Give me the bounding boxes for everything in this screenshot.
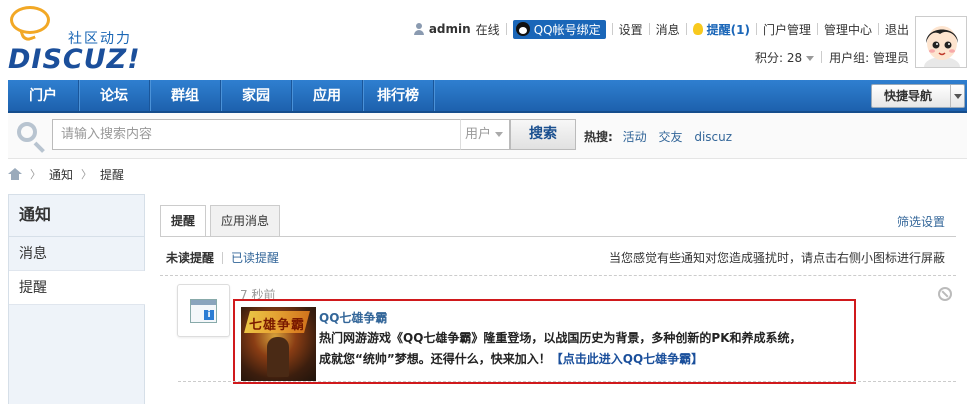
quick-nav-label: 快捷导航	[884, 89, 933, 103]
game-image[interactable]: 七雄争霸	[241, 307, 316, 381]
game-title-link[interactable]: QQ七雄争霸	[319, 309, 387, 326]
game-desc-line1: 热门网游游戏《QQ七雄争霸》隆重登场，以战国历史为背景，多种创新的PK和养成系统…	[319, 331, 802, 345]
divider	[821, 51, 823, 63]
home-icon[interactable]	[8, 168, 22, 180]
nav-item-portal[interactable]: 门户	[8, 80, 79, 111]
search-icon	[17, 122, 37, 142]
messages-link[interactable]: 消息	[656, 21, 680, 38]
breadcrumb: 〉 通知 〉 提醒	[8, 166, 124, 182]
game-image-figure	[267, 337, 289, 377]
nav-item-forum[interactable]: 论坛	[79, 80, 150, 111]
user-icon	[413, 23, 425, 35]
portal-manage-link[interactable]: 门户管理	[763, 21, 811, 38]
tab-app-messages[interactable]: 应用消息	[210, 205, 281, 237]
divider	[648, 23, 650, 35]
chevron-down-icon	[495, 132, 504, 137]
qq-bind-label: QQ帐号绑定	[533, 22, 601, 37]
user-info-bar: 积分: 28 用户组: 管理员	[755, 48, 909, 66]
breadcrumb-notice[interactable]: 通知	[49, 166, 73, 183]
tab-remind[interactable]: 提醒	[160, 205, 207, 237]
sidebar-title: 通知	[9, 195, 144, 237]
divider	[222, 251, 224, 264]
breadcrumb-separator: 〉	[81, 168, 93, 181]
system-notice-icon	[177, 284, 230, 337]
hot-search: 热搜: 活动 交友 discuz	[584, 128, 740, 145]
game-desc-line2-text: 成就您“统帅”梦想。还得什么，快来加入！	[319, 352, 551, 366]
logo-english-text: DISCUZ!	[8, 44, 141, 75]
search-button[interactable]: 搜索	[510, 119, 576, 150]
divider	[505, 23, 507, 35]
game-desc-line2: 成就您“统帅”梦想。还得什么，快来加入！【点击此进入QQ七雄争霸】	[319, 349, 849, 370]
nav-item-apps[interactable]: 应用	[292, 80, 363, 111]
avatar[interactable]	[915, 16, 967, 68]
divider	[611, 23, 613, 35]
hot-search-item[interactable]: discuz	[694, 130, 732, 144]
divider	[816, 23, 818, 35]
lightbulb-icon	[692, 23, 703, 35]
sidebar: 通知 消息 提醒	[8, 194, 145, 404]
main-nav: 门户 论坛 群组 家园 应用 排行榜 快捷导航	[8, 80, 967, 113]
logout-link[interactable]: 退出	[885, 21, 909, 38]
hot-search-label: 热搜:	[584, 130, 613, 144]
block-hint-text: 当您感觉有些通知对您造成骚扰时，请点击右侧小图标进行屏蔽	[608, 251, 945, 265]
hot-search-item[interactable]: 交友	[658, 130, 682, 144]
sidebar-item-messages[interactable]: 消息	[9, 237, 144, 271]
game-description: 热门网游游戏《QQ七雄争霸》隆重登场，以战国历史为背景，多种创新的PK和养成系统…	[319, 328, 849, 370]
qq-penguin-icon	[515, 22, 530, 36]
search-bar: 用户 搜索 热搜: 活动 交友 discuz	[8, 113, 967, 159]
divider	[755, 23, 757, 35]
quick-nav-button[interactable]: 快捷导航	[871, 84, 965, 108]
nav-item-home[interactable]: 家园	[221, 80, 292, 111]
logo-bubble-icon	[10, 6, 50, 34]
filter-settings-link[interactable]: 筛选设置	[897, 213, 945, 230]
notice-tabs: 提醒 应用消息	[160, 205, 284, 237]
online-status: 在线	[475, 22, 500, 37]
game-logo-text: 七雄争霸	[249, 318, 306, 333]
breadcrumb-separator: 〉	[30, 168, 41, 181]
points-dropdown[interactable]: 积分: 28	[755, 49, 815, 66]
username-link[interactable]: admin	[429, 22, 471, 36]
hot-search-item[interactable]: 活动	[623, 130, 647, 144]
block-notice-icon[interactable]	[938, 287, 952, 301]
chevron-down-icon	[950, 85, 964, 107]
breadcrumb-remind: 提醒	[100, 167, 125, 182]
sidebar-item-remind[interactable]: 提醒	[9, 271, 145, 305]
settings-link[interactable]: 设置	[619, 21, 643, 38]
remind-link[interactable]: 提醒(1)	[707, 21, 750, 38]
subtab-read[interactable]: 已读提醒	[231, 249, 279, 266]
tab-underline	[160, 236, 956, 237]
divider	[685, 23, 687, 35]
game-enter-link[interactable]: 【点击此进入QQ七雄争霸】	[551, 352, 703, 366]
dashed-divider	[178, 381, 956, 382]
admin-center-link[interactable]: 管理中心	[824, 21, 872, 38]
window-info-icon	[190, 299, 217, 323]
qq-bind-button[interactable]: QQ帐号绑定	[512, 19, 606, 39]
user-toolbar: admin 在线 QQ帐号绑定 设置 消息 提醒(1) 门户管理 管理中心 退出	[413, 19, 909, 39]
divider	[877, 23, 879, 35]
discuz-logo[interactable]: 社区动力 DISCUZ!	[6, 6, 146, 75]
points-label: 积分: 28	[755, 50, 803, 65]
chevron-down-icon	[806, 55, 815, 61]
search-scope-select[interactable]: 用户	[460, 119, 510, 150]
usergroup-label: 用户组: 管理员	[829, 50, 909, 65]
dashed-divider	[160, 275, 956, 276]
subtab-unread[interactable]: 未读提醒	[166, 249, 214, 266]
nav-item-group[interactable]: 群组	[150, 80, 221, 111]
remind-subtabs: 未读提醒 已读提醒	[166, 249, 279, 266]
search-scope-value: 用户	[465, 127, 492, 142]
avatar-face-icon	[916, 17, 966, 67]
search-input[interactable]	[52, 119, 466, 150]
nav-item-ranking[interactable]: 排行榜	[363, 80, 434, 111]
